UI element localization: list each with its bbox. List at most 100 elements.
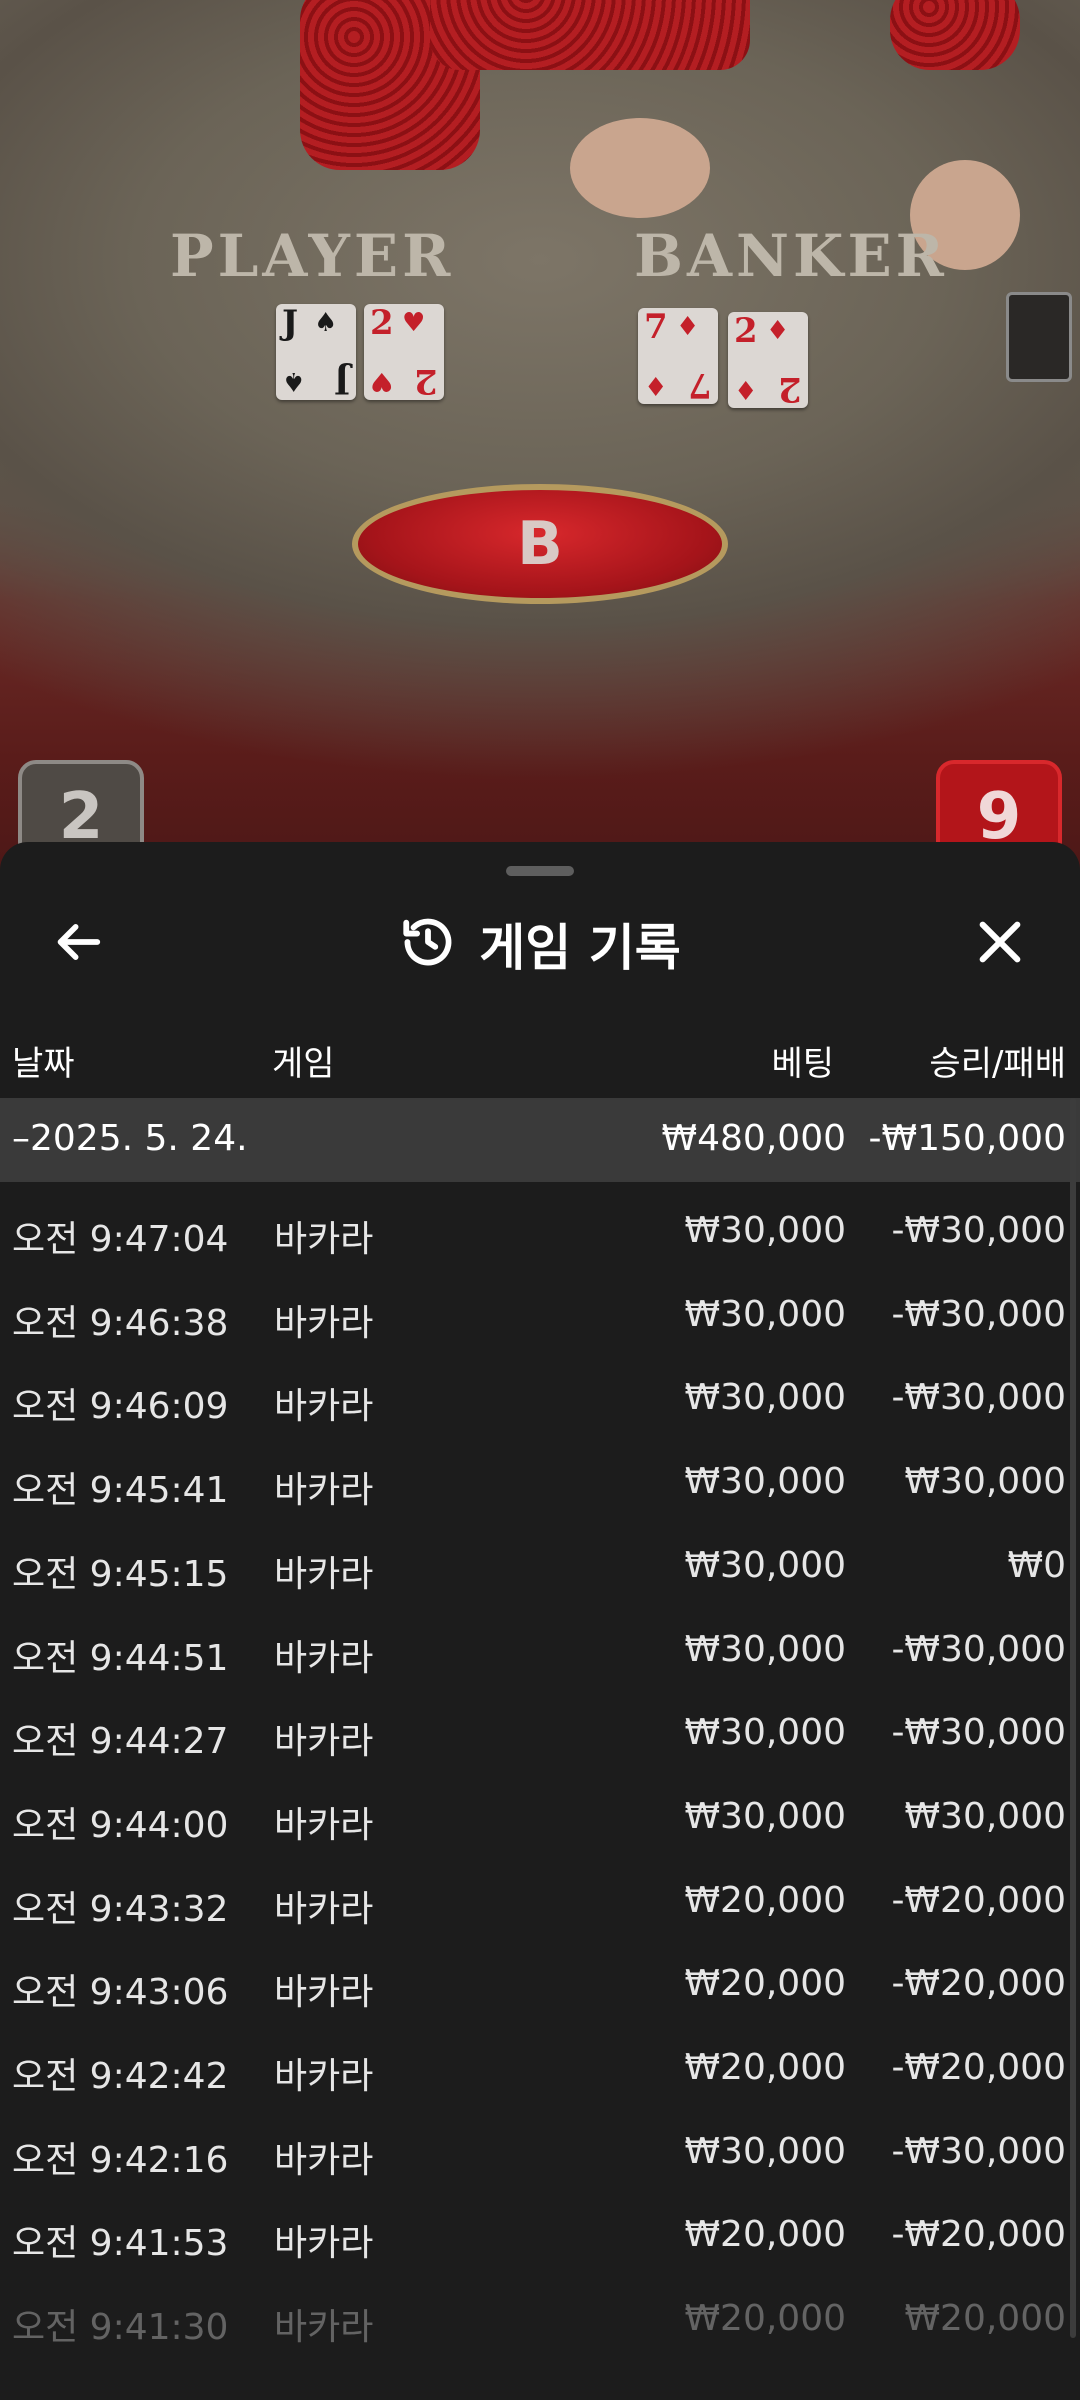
card-rank: 2 <box>370 303 394 343</box>
history-row[interactable]: 오전 9:46:09 바카라 ₩30,000 -₩30,000 <box>0 1357 1080 1441</box>
history-row[interactable]: 오전 9:45:15 바카라 ₩30,000 ₩0 <box>0 1525 1080 1609</box>
row-bet: ₩20,000 <box>684 2047 846 2088</box>
spade-icon: ♠ <box>314 308 338 338</box>
dealer-right-arm <box>890 0 1020 70</box>
row-time: 오전 9:45:15 <box>12 1553 229 1595</box>
row-game: 바카라 <box>274 1302 374 1344</box>
sheet-drag-handle[interactable] <box>506 866 574 876</box>
diamond-icon: ♦ <box>676 312 700 342</box>
row-game: 바카라 <box>274 1470 374 1512</box>
row-bet: ₩30,000 <box>684 1377 846 1419</box>
history-row[interactable]: 오전 9:47:04 바카라 ₩30,000 -₩30,000 <box>0 1190 1080 1274</box>
row-bet: ₩30,000 <box>684 1461 846 1503</box>
card-rank: J <box>333 361 350 401</box>
row-time: 오전 9:42:16 <box>12 2139 229 2181</box>
banker-card-1: 7 ♦ ♦ 7 <box>638 307 718 405</box>
row-game: 바카라 <box>274 1553 374 1595</box>
column-date: 날짜 <box>12 1044 75 1084</box>
row-result: ₩30,000 <box>904 1461 1066 1503</box>
row-game: 바카라 <box>274 1888 374 1930</box>
row-game: 바카라 <box>274 2223 374 2265</box>
day-summary-row[interactable]: –2025. 5. 24. ₩480,000 -₩150,000 <box>0 1098 1080 1182</box>
row-bet: ₩30,000 <box>684 1293 846 1335</box>
sheet-title: 게임 기록 <box>479 919 681 977</box>
row-time: 오전 9:42:42 <box>12 2056 229 2097</box>
day-total-bet: ₩480,000 <box>661 1118 846 1159</box>
row-time: 오전 9:43:06 <box>12 1972 229 2014</box>
row-result: -₩30,000 <box>891 1712 1066 1754</box>
row-time: 오전 9:41:30 <box>12 2307 229 2349</box>
history-row[interactable]: 오전 9:44:00 바카라 ₩30,000 ₩30,000 <box>0 1776 1080 1860</box>
heart-icon: ♥ <box>370 366 394 396</box>
banker-card-2: 2 ♦ ♦ 2 <box>728 311 808 409</box>
dealer-torso <box>430 0 750 70</box>
row-time: 오전 9:47:04 <box>12 1219 229 1260</box>
game-history-sheet: 게임 기록 날짜 게임 베팅 승리/패배 –2025. 5. 24. ₩480,… <box>0 842 1080 2400</box>
column-bet: 베팅 <box>771 1044 834 1084</box>
player-felt-label: PLAYER <box>170 222 455 290</box>
result-marker: B <box>352 484 728 604</box>
history-row[interactable]: 오전 9:42:42 바카라 ₩20,000 -₩20,000 <box>0 2027 1080 2111</box>
row-bet: ₩20,000 <box>684 1879 846 1921</box>
row-time: 오전 9:44:51 <box>12 1637 229 1679</box>
history-row[interactable]: 오전 9:44:51 바카라 ₩30,000 -₩30,000 <box>0 1609 1080 1693</box>
banker-felt-label: BANKER <box>634 222 948 290</box>
card-rank: J <box>282 303 299 343</box>
row-bet: ₩30,000 <box>684 1544 846 1586</box>
spade-icon: ♠ <box>282 366 306 396</box>
row-bet: ₩20,000 <box>684 1963 846 2005</box>
row-time: 오전 9:44:27 <box>12 1721 229 1763</box>
player-card-1: J ♠ ♠ J <box>276 303 356 401</box>
card-rank: 2 <box>734 311 758 351</box>
player-card-2: 2 ♥ ♥ 2 <box>364 303 444 401</box>
day-date: –2025. 5. 24. <box>12 1118 248 1159</box>
row-result: ₩0 <box>1007 1544 1067 1586</box>
card-rank: 2 <box>414 361 438 401</box>
column-win-loss: 승리/패배 <box>929 1044 1066 1084</box>
row-result: -₩30,000 <box>891 1293 1066 1335</box>
history-row[interactable]: 오전 9:44:27 바카라 ₩30,000 -₩30,000 <box>0 1692 1080 1776</box>
row-time: 오전 9:44:00 <box>12 1804 229 1846</box>
column-game: 게임 <box>272 1044 335 1084</box>
row-result: -₩20,000 <box>891 1879 1066 1921</box>
close-icon <box>974 916 1026 972</box>
dealer-left-hand <box>570 118 710 218</box>
row-game: 바카라 <box>274 1386 374 1428</box>
row-result: -₩30,000 <box>891 2130 1066 2172</box>
row-game: 바카라 <box>274 1219 374 1260</box>
history-row[interactable]: 오전 9:41:53 바카라 ₩20,000 -₩20,000 <box>0 2194 1080 2278</box>
row-game: 바카라 <box>274 1637 374 1679</box>
scrollbar[interactable] <box>1070 1098 1076 2338</box>
history-row[interactable]: 오전 9:42:16 바카라 ₩30,000 -₩30,000 <box>0 2111 1080 2195</box>
history-row[interactable]: 오전 9:43:32 바카라 ₩20,000 -₩20,000 <box>0 1860 1080 1944</box>
row-game: 바카라 <box>274 1721 374 1763</box>
card-rank: 7 <box>644 307 668 347</box>
row-result: -₩20,000 <box>891 1963 1066 2005</box>
sheet-header: 게임 기록 <box>0 894 1080 994</box>
row-time: 오전 9:45:41 <box>12 1470 229 1512</box>
row-bet: ₩30,000 <box>684 1712 846 1754</box>
row-time: 오전 9:46:38 <box>12 1302 229 1344</box>
heart-icon: ♥ <box>402 308 426 338</box>
row-result: ₩20,000 <box>904 2298 1066 2340</box>
row-bet: ₩20,000 <box>684 2214 846 2256</box>
history-row[interactable]: 오전 9:43:06 바카라 ₩20,000 -₩20,000 <box>0 1943 1080 2027</box>
history-list[interactable]: –2025. 5. 24. ₩480,000 -₩150,000 오전 9:47… <box>0 1098 1080 2400</box>
row-game: 바카라 <box>274 1804 374 1846</box>
history-row[interactable]: 오전 9:45:41 바카라 ₩30,000 ₩30,000 <box>0 1441 1080 1525</box>
back-button[interactable] <box>30 894 130 994</box>
arrow-left-icon <box>54 916 106 972</box>
row-bet: ₩30,000 <box>684 1795 846 1837</box>
history-row[interactable]: 오전 9:46:38 바카라 ₩30,000 -₩30,000 <box>0 1274 1080 1358</box>
row-bet: ₩30,000 <box>684 2130 846 2172</box>
row-time: 오전 9:43:32 <box>12 1888 229 1930</box>
row-game: 바카라 <box>274 2139 374 2181</box>
diamond-icon: ♦ <box>644 370 668 400</box>
close-button[interactable] <box>950 894 1050 994</box>
row-game: 바카라 <box>274 2056 374 2097</box>
history-row[interactable]: 오전 9:41:30 바카라 ₩20,000 ₩20,000 <box>0 2278 1080 2362</box>
row-time: 오전 9:46:09 <box>12 1386 229 1428</box>
row-game: 바카라 <box>274 2307 374 2349</box>
table-header: 날짜 게임 베팅 승리/패배 <box>0 1030 1080 1086</box>
row-result: -₩20,000 <box>891 2214 1066 2256</box>
